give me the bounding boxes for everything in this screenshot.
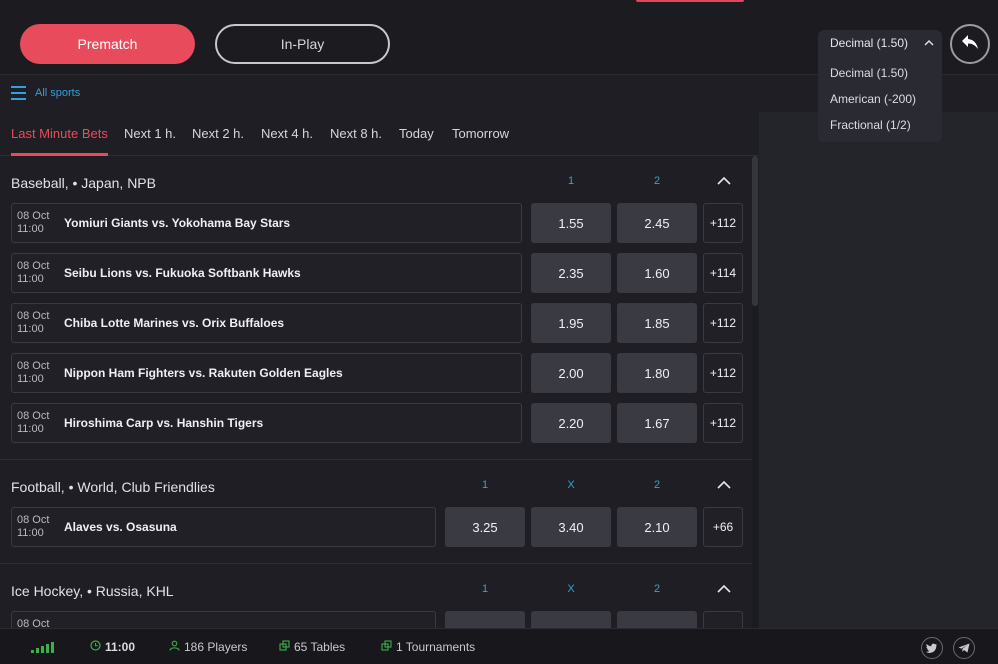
event-row[interactable]: 08 Oct 11:00 Yomiuri Giants vs. Yokohama … [11,203,522,243]
odds-format-current[interactable]: Decimal (1.50) [830,36,908,50]
chevron-up-icon[interactable] [924,37,934,49]
column-header-2: 2 [653,479,661,491]
top-accent-bar [636,0,744,2]
column-header-2: 2 [653,583,661,595]
back-button[interactable] [950,24,990,64]
more-markets-button[interactable]: +112 [703,303,743,343]
more-markets-button[interactable]: +112 [703,403,743,443]
footer-tables: 65 Tables [279,640,345,654]
event-row[interactable]: 08 Oct 11:00 Nippon Ham Fighters vs. Raku… [11,353,522,393]
event-row[interactable]: 08 Oct 11:00 Alaves vs. Osasuna [11,507,436,547]
odds-button-2[interactable]: 1.60 [617,253,697,293]
odds-button-x[interactable]: 3.40 [531,507,611,547]
tab-tomorrow[interactable]: Tomorrow [452,126,509,141]
hamburger-menu-icon[interactable] [11,86,26,100]
odds-button-1[interactable]: 2.20 [531,403,611,443]
reply-arrow-icon [961,34,979,55]
telegram-icon[interactable] [953,637,975,659]
column-header-x: X [567,479,575,491]
event-name: Chiba Lotte Marines vs. Orix Buffaloes [64,316,285,330]
time-filter-tabs: Last Minute Bets Next 1 h. Next 2 h. Nex… [0,112,759,156]
odds-format-option-american[interactable]: American (-200) [830,92,916,106]
footer-tournaments: 1 Tournaments [381,640,475,654]
odds-format-option-decimal[interactable]: Decimal (1.50) [830,66,908,80]
event-datetime: 08 Oct 11:00 [17,210,50,235]
event-row[interactable]: 08 Oct 11:00 Seibu Lions vs. Fukuoka Soft… [11,253,522,293]
odds-button-1[interactable]: 3.25 [445,507,525,547]
tab-next-2h[interactable]: Next 2 h. [192,126,244,141]
user-icon [169,640,180,654]
chevron-up-icon[interactable] [709,580,739,596]
event-row[interactable]: 08 Oct 11:00 Chiba Lotte Marines vs. Orix… [11,303,522,343]
odds-button-2[interactable]: 1.85 [617,303,697,343]
tab-today[interactable]: Today [399,126,434,141]
column-header-1: 1 [567,175,575,187]
tables-icon [279,640,290,654]
odds-format-dropdown[interactable]: Decimal (1.50) Decimal (1.50) American (… [818,30,942,142]
section-divider [0,563,752,564]
odds-format-option-fractional[interactable]: Fractional (1/2) [830,118,911,132]
event-name: Yomiuri Giants vs. Yokohama Bay Stars [64,216,291,230]
status-footer: 11:00 186 Players 65 Tables 1 Tournament… [0,628,998,664]
odds-button-1[interactable]: 2.00 [531,353,611,393]
more-markets-button[interactable]: +112 [703,203,743,243]
footer-players: 186 Players [169,640,247,654]
event-name: Nippon Ham Fighters vs. Rakuten Golden E… [64,366,343,380]
tournaments-icon [381,640,392,654]
more-markets-button[interactable]: +112 [703,353,743,393]
section-title-football: Football, • World, Club Friendlies [11,479,215,495]
chevron-up-icon[interactable] [709,172,739,188]
column-header-1: 1 [481,583,489,595]
tab-next-1h[interactable]: Next 1 h. [124,126,176,141]
footer-clock: 11:00 [90,640,135,654]
more-markets-button[interactable]: +114 [703,253,743,293]
footer-time: 11:00 [105,640,136,654]
odds-button-2[interactable]: 1.80 [617,353,697,393]
event-datetime: 08 Oct 11:00 [17,410,50,435]
tab-next-4h[interactable]: Next 4 h. [261,126,313,141]
connection-signal-icon [31,641,59,653]
odds-button-1[interactable]: 1.95 [531,303,611,343]
chevron-up-icon[interactable] [709,476,739,492]
in-play-button[interactable]: In-Play [215,24,390,64]
right-panel [759,112,998,628]
column-header-x: X [567,583,575,595]
twitter-icon[interactable] [921,637,943,659]
event-datetime: 08 Oct 11:00 [17,310,50,335]
tournaments-count: 1 Tournaments [396,640,476,654]
section-title-ice-hockey: Ice Hockey, • Russia, KHL [11,583,174,599]
odds-button-1[interactable]: 1.55 [531,203,611,243]
tables-count: 65 Tables [294,640,346,654]
event-datetime: 08 Oct 11:00 [17,260,50,285]
clock-icon [90,640,101,654]
section-divider [0,459,752,460]
all-sports-link[interactable]: All sports [35,87,80,99]
odds-button-2[interactable]: 2.10 [617,507,697,547]
players-count: 186 Players [184,640,248,654]
column-header-1: 1 [481,479,489,491]
scrollbar-thumb[interactable] [752,156,758,306]
column-header-2: 2 [653,175,661,187]
odds-button-2[interactable]: 2.45 [617,203,697,243]
event-row[interactable]: 08 Oct 11:00 Hiroshima Carp vs. Hanshin T… [11,403,522,443]
tab-next-8h[interactable]: Next 8 h. [330,126,382,141]
odds-button-2[interactable]: 1.67 [617,403,697,443]
event-datetime: 08 Oct 11:00 [17,514,50,539]
prematch-button[interactable]: Prematch [20,24,195,64]
event-name: Alaves vs. Osasuna [64,520,177,534]
more-markets-button[interactable]: +66 [703,507,743,547]
active-tab-underline [11,153,108,156]
event-name: Seibu Lions vs. Fukuoka Softbank Hawks [64,266,301,280]
odds-button-1[interactable]: 2.35 [531,253,611,293]
section-title-baseball: Baseball, • Japan, NPB [11,175,156,191]
tab-last-minute-bets[interactable]: Last Minute Bets [11,126,108,141]
event-name: Hiroshima Carp vs. Hanshin Tigers [64,416,264,430]
event-datetime: 08 Oct 11:00 [17,360,50,385]
